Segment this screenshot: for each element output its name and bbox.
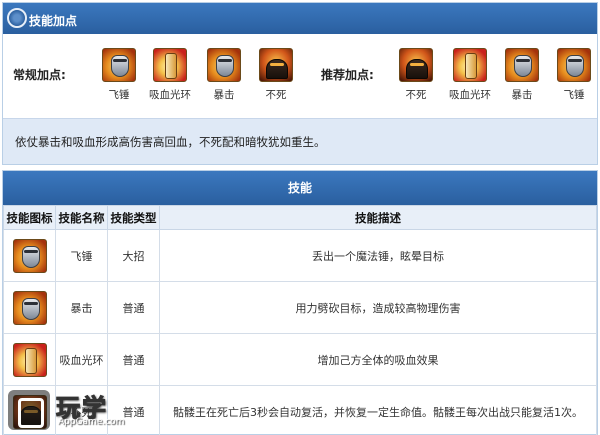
- table-header-row: 技能图标 技能名称 技能类型 技能描述: [3, 205, 597, 230]
- critical-strike-icon: [505, 48, 539, 82]
- skill-points-panel: 技能加点 常规加点: 飞锤 吸血光环 暴击 不死 推荐加点: 不死 吸血光环 暴…: [2, 2, 598, 165]
- vampiric-aura-icon: [153, 48, 187, 82]
- vampiric-aura-icon: [12, 342, 47, 377]
- skills-title: 技能: [3, 171, 597, 205]
- recommended-skill-crit[interactable]: 暴击: [501, 48, 543, 102]
- watermark-sub: AppGame.com: [58, 417, 125, 427]
- hammer-glove-icon: [102, 48, 136, 82]
- regular-skill-vampiric[interactable]: 吸血光环: [149, 48, 191, 102]
- regular-skill-hammer[interactable]: 飞锤: [98, 48, 140, 102]
- recommended-label: 推荐加点:: [321, 68, 374, 82]
- skill-desc: 丢出一个魔法锤，眩晕目标: [159, 229, 597, 282]
- recommended-skill-undying[interactable]: 不死: [395, 48, 437, 102]
- table-row: 飞锤 大招 丢出一个魔法锤，眩晕目标: [3, 229, 597, 282]
- emblem-icon: [7, 8, 27, 28]
- skill-points-body: 常规加点: 飞锤 吸血光环 暴击 不死 推荐加点: 不死 吸血光环 暴击 飞锤: [3, 34, 597, 118]
- recommended-skill-hammer[interactable]: 飞锤: [553, 48, 595, 102]
- recommended-skill-vampiric[interactable]: 吸血光环: [449, 48, 491, 102]
- header-type: 技能类型: [107, 205, 160, 230]
- skill-name: 吸血光环: [55, 333, 108, 386]
- regular-skill-undying[interactable]: 不死: [255, 48, 297, 102]
- table-row: 吸血光环 普通 增加己方全体的吸血效果: [3, 333, 597, 386]
- header-desc: 技能描述: [159, 205, 597, 230]
- strategy-note: 依仗暴击和吸血形成高伤害高回血，不死配和暗牧犹如重生。: [3, 118, 597, 164]
- skill-desc: 骷髅王在死亡后3秒会自动复活，并恢复一定生命值。骷髅王每次出战只能复活1次。: [159, 385, 597, 435]
- skill-desc: 增加己方全体的吸血效果: [159, 333, 597, 386]
- panel-header: 技能加点: [3, 3, 597, 34]
- vampiric-aura-icon: [453, 48, 487, 82]
- skill-type: 普通: [107, 281, 160, 334]
- skill-desc: 用力劈砍目标，造成较高物理伤害: [159, 281, 597, 334]
- skill-type: 普通: [107, 333, 160, 386]
- watermark: 玩学 AppGame.com: [8, 388, 176, 432]
- header-name: 技能名称: [55, 205, 108, 230]
- hammer-glove-icon: [12, 238, 47, 273]
- watermark-logo-icon: [8, 390, 50, 430]
- panel-title: 技能加点: [29, 14, 78, 28]
- regular-skill-crit[interactable]: 暴击: [203, 48, 245, 102]
- reincarnation-icon: [259, 48, 293, 82]
- table-row: 暴击 普通 用力劈砍目标，造成较高物理伤害: [3, 281, 597, 334]
- critical-strike-icon: [12, 290, 47, 325]
- reincarnation-icon: [399, 48, 433, 82]
- header-icon: 技能图标: [3, 205, 56, 230]
- critical-strike-icon: [207, 48, 241, 82]
- regular-label: 常规加点:: [13, 68, 66, 82]
- skill-type: 大招: [107, 229, 160, 282]
- skill-name: 飞锤: [55, 229, 108, 282]
- hammer-glove-icon: [557, 48, 591, 82]
- skill-name: 暴击: [55, 281, 108, 334]
